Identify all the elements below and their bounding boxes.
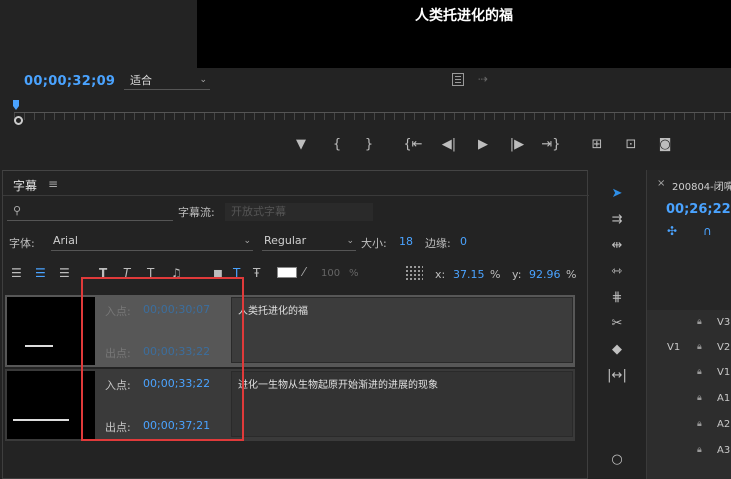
track-header[interactable]: V1 🔒︎ V2 [647,337,731,361]
font-style-select[interactable]: Regular ⌄ [262,231,356,251]
hand-tool-icon[interactable]: ○ [606,451,628,469]
ripple-edit-icon[interactable]: ⇹ [606,237,628,255]
go-to-in-icon[interactable]: {⇤ [402,136,424,154]
overwrite-icon[interactable]: ⊡ [620,136,642,154]
play-icon[interactable]: ▶ [472,136,494,154]
track-name: A1 [717,393,731,404]
align-right-icon[interactable]: ☰ [59,266,70,280]
add-marker-icon[interactable]: ⇢ [478,72,488,86]
caption-text-field[interactable]: 人类托进化的福 [231,297,573,363]
align-left-icon[interactable]: ☰ [11,266,22,280]
timeline-panel: × 200804-闭嘴 00;26;22 ✣ ∩ 🔒︎ V3 V1 🔒︎ V2 … [646,170,731,479]
zoom-fit-select[interactable]: 适合 ⌄ [124,72,210,90]
panel-menu-icon[interactable]: ≡ [48,177,58,191]
lock-icon[interactable]: 🔒︎ [697,445,702,455]
size-label: 大小: [361,237,387,250]
close-icon[interactable]: × [657,178,665,189]
caption-stream-label: 字幕流: [178,206,215,219]
preview-caption: 人类托进化的福 [415,8,513,24]
camera-icon[interactable]: ◙ [654,136,676,154]
tools-panel: ➤ ⇉ ⇹ ⇿ ⋕ ✂ ◆ |↔| ○ [597,175,641,479]
marker-icon[interactable]: ▼ [290,136,312,154]
font-value: Arial [53,234,78,247]
program-monitor: 人类托进化的福 00;00;32;09 适合 ⌄ ⇢ ▼ { } {⇤ ◀| ▶… [0,0,731,165]
opacity-value[interactable]: 100 [321,268,340,279]
track-select-icon[interactable]: ⇉ [606,211,628,229]
timeline-timecode[interactable]: 00;26;22 [666,202,731,217]
zoom-fit-value: 适合 [130,74,152,87]
search-icon: ⚲ [13,204,22,217]
playhead-knob[interactable] [14,116,23,125]
premiere-window: 人类托进化的福 00;00;32;09 适合 ⌄ ⇢ ▼ { } {⇤ ◀| ▶… [0,0,731,479]
track-header[interactable]: 🔒︎ A2 [647,414,731,438]
track-header[interactable]: 🔒︎ V3 [647,312,731,336]
link-icon[interactable]: ∩ [703,224,712,238]
tab-divider [3,195,589,196]
rate-stretch-icon[interactable]: ⋕ [606,289,628,307]
search-input[interactable]: ⚲ [7,203,173,221]
y-value[interactable]: 92.96 [529,268,561,281]
time-ruler-ticks [14,112,731,120]
align-center-icon[interactable]: ☰ [35,266,46,280]
y-unit: % [566,268,577,281]
video-preview: 人类托进化的福 [197,0,731,68]
chevron-down-icon: ⌄ [346,236,354,246]
track-name: V2 [717,342,731,353]
eyedropper-icon[interactable]: ⁄ [303,265,305,279]
track-header[interactable]: 🔒︎ V1 [647,362,731,386]
color-swatch[interactable] [277,267,297,278]
size-value[interactable]: 18 [399,235,413,248]
edge-color-icon[interactable]: Ŧ [253,266,260,280]
mark-in-icon[interactable]: { [326,136,348,154]
y-label: y: [512,268,522,281]
step-back-icon[interactable]: ◀| [438,136,460,154]
track-headers: 🔒︎ V3 V1 🔒︎ V2 🔒︎ V1 🔒︎ A1 🔒︎ A2 🔒︎ A3 [647,310,731,479]
playhead-timecode[interactable]: 00;00;32;09 [24,74,115,89]
track-name: A3 [717,445,731,456]
lock-icon[interactable]: 🔒︎ [697,367,702,377]
razor-icon[interactable]: ✂ [606,315,628,333]
step-forward-icon[interactable]: |▶ [506,136,528,154]
edge-value[interactable]: 0 [460,235,467,248]
x-label: x: [435,268,446,281]
captions-tab[interactable]: 字幕 [13,177,37,194]
highlight-box [81,277,244,441]
lock-icon[interactable]: 🔒︎ [697,419,702,429]
track-target[interactable]: V1 [667,342,680,353]
selection-tool-icon[interactable]: ➤ [606,185,628,203]
snap-icon[interactable]: ✣ [667,224,677,238]
track-header[interactable]: 🔒︎ A1 [647,388,731,412]
insert-icon[interactable]: ⊞ [586,136,608,154]
font-style-value: Regular [264,234,307,247]
sequence-tab[interactable]: 200804-闭嘴 [672,178,731,193]
go-to-out-icon[interactable]: ⇥} [540,136,562,154]
chevron-down-icon: ⌄ [243,236,251,246]
opacity-unit: % [349,268,359,279]
x-value[interactable]: 37.15 [453,268,485,281]
lock-icon[interactable]: 🔒︎ [697,393,702,403]
lock-icon[interactable]: 🔒︎ [697,342,702,352]
edge-label: 边缘: [425,237,451,250]
settings-wrench-icon[interactable] [452,73,464,86]
track-name: V3 [717,317,731,328]
caption-stream-select[interactable]: 开放式字幕 [225,203,373,221]
track-header[interactable]: 🔒︎ A3 [647,440,731,464]
track-name: V1 [717,367,731,378]
lock-icon[interactable]: 🔒︎ [697,317,702,327]
slip-tool-icon[interactable]: ◆ [606,341,628,359]
track-name: A2 [717,419,731,430]
caption-text-field[interactable]: 进化一生物从生物起原开始渐进的进展的现象 [231,371,573,437]
position-grid-icon[interactable] [405,265,423,281]
chevron-down-icon: ⌄ [199,75,207,85]
slide-tool-icon[interactable]: |↔| [606,367,628,385]
rolling-edit-icon[interactable]: ⇿ [606,263,628,281]
font-select[interactable]: Arial ⌄ [51,231,253,251]
playhead-marker[interactable] [13,100,19,110]
mark-out-icon[interactable]: } [358,136,380,154]
x-unit: % [490,268,501,281]
font-label: 字体: [9,237,35,250]
